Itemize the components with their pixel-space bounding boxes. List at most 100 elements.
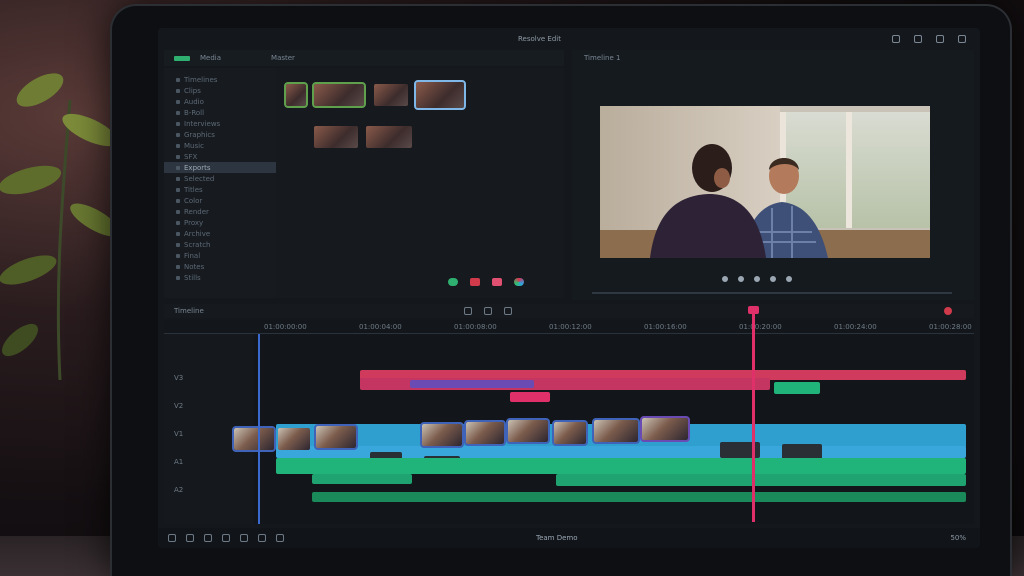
folder-label: Graphics: [184, 130, 215, 139]
skip-back-icon[interactable]: [722, 276, 728, 282]
folder-item[interactable]: Music: [164, 140, 276, 151]
pink-flag-icon[interactable]: [492, 278, 502, 286]
folder-label: Scratch: [184, 240, 211, 249]
clip-thumbnail[interactable]: [374, 84, 408, 106]
zoom-level[interactable]: 50%: [950, 534, 966, 542]
folder-icon: [176, 132, 180, 137]
media-page-icon[interactable]: [168, 534, 176, 542]
folder-icon: [176, 253, 180, 258]
folder-item[interactable]: Notes: [164, 261, 276, 272]
clip-thumbnail[interactable]: [284, 82, 308, 108]
audio-clip[interactable]: [276, 458, 966, 474]
folder-icon: [176, 154, 180, 159]
folder-icon: [176, 121, 180, 126]
in-point-marker[interactable]: [258, 334, 260, 524]
magnet-icon[interactable]: [484, 307, 492, 315]
folder-item[interactable]: Final: [164, 250, 276, 261]
folder-item[interactable]: Interviews: [164, 118, 276, 129]
deliver-page-icon[interactable]: [276, 534, 284, 542]
clip-thumbnail[interactable]: [414, 80, 466, 110]
track-label[interactable]: V2: [174, 402, 183, 410]
audio-clip[interactable]: [556, 474, 966, 486]
folder-icon: [176, 143, 180, 148]
clip-thumbnail[interactable]: [366, 126, 412, 148]
folder-item[interactable]: Graphics: [164, 129, 276, 140]
laptop: Resolve Edit Media Master Timelines Clips…: [112, 6, 1010, 576]
folder-icon: [176, 198, 180, 203]
ruler-timecode: 01:00:12:00: [549, 323, 592, 331]
audio-clip[interactable]: [312, 474, 412, 484]
timeline-ruler[interactable]: 01:00:00:00 01:00:04:00 01:00:08:00 01:00:1…: [164, 320, 974, 334]
folder-item[interactable]: Clips: [164, 85, 276, 96]
ruler-timecode: 01:00:20:00: [739, 323, 782, 331]
folder-item[interactable]: B-Roll: [164, 107, 276, 118]
folder-label: Proxy: [184, 218, 204, 227]
color-page-icon[interactable]: [240, 534, 248, 542]
track-label[interactable]: A2: [174, 486, 183, 494]
viewer-panel: Timeline 1: [572, 50, 974, 300]
clip-thumbnail[interactable]: [312, 82, 366, 108]
loop-icon[interactable]: [786, 276, 792, 282]
folder-item[interactable]: Selected: [164, 173, 276, 184]
folder-label: Music: [184, 141, 204, 150]
skip-forward-icon[interactable]: [770, 276, 776, 282]
timeline-tab[interactable]: Timeline: [174, 307, 204, 315]
ruler-timecode: 01:00:08:00: [454, 323, 497, 331]
settings-icon[interactable]: [914, 35, 922, 43]
red-flag-icon[interactable]: [470, 278, 480, 286]
video-clip-thumbnail[interactable]: [506, 418, 550, 444]
track-label[interactable]: A1: [174, 458, 183, 466]
folder-item[interactable]: Render: [164, 206, 276, 217]
folder-item[interactable]: Stills: [164, 272, 276, 283]
edit-page-icon[interactable]: [204, 534, 212, 542]
folder-icon: [176, 187, 180, 192]
ruler-timecode: 01:00:04:00: [359, 323, 402, 331]
viewer-scrubber[interactable]: [592, 292, 952, 294]
video-clip-thumbnail[interactable]: [314, 424, 358, 450]
folder-item[interactable]: Proxy: [164, 217, 276, 228]
fusion-page-icon[interactable]: [222, 534, 230, 542]
video-clip-thumbnail[interactable]: [592, 418, 640, 444]
media-tab[interactable]: Media: [200, 54, 221, 62]
timeline-toolbar: Timeline: [164, 304, 974, 318]
folder-item[interactable]: Color: [164, 195, 276, 206]
media-tab-indicator[interactable]: [174, 55, 190, 61]
video-clip-thumbnail[interactable]: [278, 428, 310, 450]
music-clip[interactable]: [312, 492, 966, 502]
folder-item[interactable]: Titles: [164, 184, 276, 195]
cut-page-icon[interactable]: [186, 534, 194, 542]
folder-item[interactable]: Exports: [164, 162, 276, 173]
video-clip-thumbnail[interactable]: [552, 420, 588, 446]
stop-icon[interactable]: [738, 276, 744, 282]
folder-item[interactable]: Scratch: [164, 239, 276, 250]
video-clip-thumbnail[interactable]: [420, 422, 464, 448]
layout-icon[interactable]: [936, 35, 944, 43]
color-wheel-icon[interactable]: [514, 278, 524, 286]
video-preview[interactable]: [600, 106, 930, 258]
green-clip[interactable]: [774, 382, 820, 394]
link-icon[interactable]: [504, 307, 512, 315]
track-label[interactable]: V3: [174, 374, 183, 382]
page-switcher-bar: Team Demo 50%: [158, 528, 980, 548]
folder-icon: [176, 77, 180, 82]
trash-icon[interactable]: [944, 307, 952, 315]
graphic-clip[interactable]: [410, 380, 534, 388]
graphic-clip[interactable]: [510, 392, 550, 402]
play-icon[interactable]: [754, 276, 760, 282]
folder-item[interactable]: Archive: [164, 228, 276, 239]
fullscreen-icon[interactable]: [958, 35, 966, 43]
clip-thumbnail[interactable]: [314, 126, 358, 148]
video-clip-thumbnail[interactable]: [232, 426, 276, 452]
search-icon[interactable]: [892, 35, 900, 43]
video-clip-thumbnail[interactable]: [464, 420, 506, 446]
folder-item[interactable]: SFX: [164, 151, 276, 162]
track-label[interactable]: V1: [174, 430, 183, 438]
fairlight-page-icon[interactable]: [258, 534, 266, 542]
playhead[interactable]: [752, 310, 755, 522]
project-name: Team Demo: [536, 534, 578, 542]
folder-item[interactable]: Audio: [164, 96, 276, 107]
folder-item[interactable]: Timelines: [164, 74, 276, 85]
video-clip-thumbnail[interactable]: [640, 416, 690, 442]
folder-label: Interviews: [184, 119, 221, 128]
scissors-icon[interactable]: [464, 307, 472, 315]
